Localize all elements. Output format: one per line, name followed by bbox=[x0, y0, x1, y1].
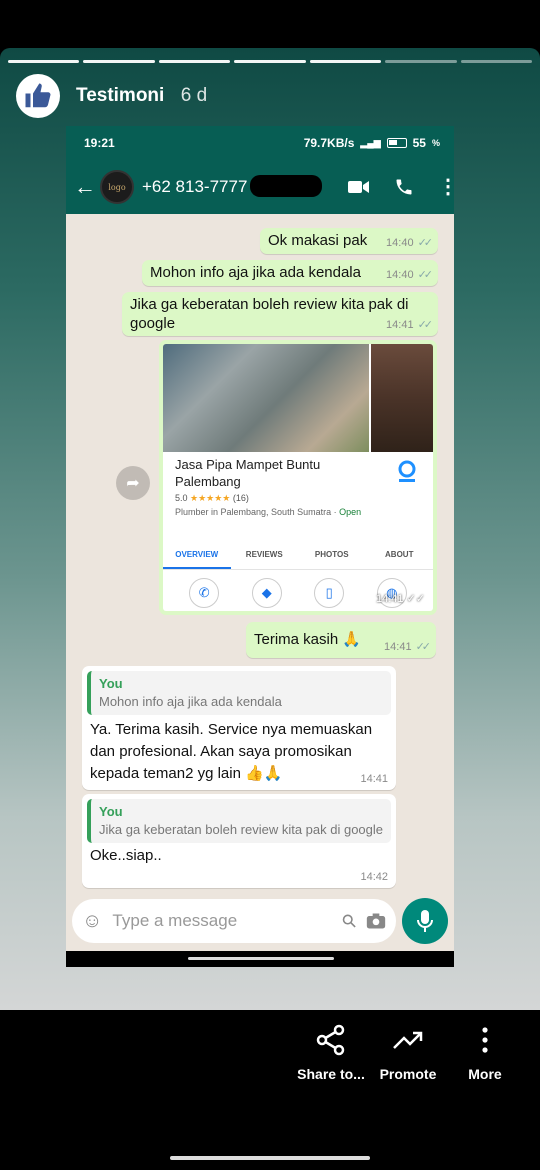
status-speed: 79.7KB/s bbox=[303, 136, 355, 150]
maps-link-card[interactable]: Jasa Pipa Mampet Buntu Palembang 5.0 ★★★… bbox=[159, 340, 437, 615]
card-tabs: OVERVIEW REVIEWS PHOTOS ABOUT bbox=[163, 540, 433, 570]
message-in[interactable]: You Jika ga keberatan boleh review kita … bbox=[82, 794, 396, 888]
camera-icon[interactable] bbox=[366, 912, 386, 930]
contact-avatar[interactable]: logo bbox=[100, 170, 134, 204]
story-progress bbox=[8, 60, 532, 63]
tab-reviews[interactable]: REVIEWS bbox=[231, 540, 299, 569]
chat-screenshot: 19:21 79.7KB/s ▂▄▆ 55% ← logo +62 813-77… bbox=[66, 126, 454, 967]
tab-photos[interactable]: PHOTOS bbox=[298, 540, 366, 569]
call-icon[interactable]: ✆ bbox=[189, 578, 220, 608]
more-button[interactable]: More bbox=[464, 1024, 506, 1082]
phone-status-bar: 19:21 79.7KB/s ▂▄▆ 55% bbox=[66, 126, 454, 160]
mic-icon bbox=[417, 910, 433, 932]
story-header: Testimoni 6 d bbox=[16, 74, 207, 118]
more-vert-icon bbox=[482, 1027, 488, 1053]
signal-icon: ▂▄▆ bbox=[360, 137, 381, 148]
business-rating: 5.0 ★★★★★ (16) bbox=[175, 493, 249, 503]
home-indicator[interactable] bbox=[170, 1156, 370, 1160]
forward-icon[interactable]: ➦ bbox=[116, 466, 150, 500]
story-age: 6 d bbox=[180, 85, 208, 106]
message-out[interactable]: Jika ga keberatan boleh review kita pak … bbox=[122, 292, 438, 336]
story-controls: Share to... Promote More bbox=[0, 1024, 540, 1114]
business-logo-icon bbox=[398, 460, 416, 482]
message-input[interactable]: ☺ Type a message ⚲ bbox=[72, 899, 396, 943]
phone-call-icon[interactable] bbox=[394, 177, 414, 197]
save-icon[interactable]: ▯ bbox=[314, 578, 345, 608]
trending-up-icon bbox=[393, 1031, 423, 1049]
quoted-message[interactable]: You Mohon info aja jika ada kendala bbox=[87, 671, 391, 715]
business-name: Jasa Pipa Mampet Buntu Palembang bbox=[175, 457, 321, 489]
more-vert-icon[interactable]: ⋮ bbox=[438, 177, 454, 197]
tab-overview[interactable]: OVERVIEW bbox=[163, 540, 231, 569]
chat-app-bar: ← logo +62 813-7777 ⋮ bbox=[66, 160, 454, 214]
share-icon bbox=[316, 1024, 345, 1056]
thumbs-up-icon[interactable] bbox=[16, 74, 60, 118]
status-time: 19:21 bbox=[84, 136, 115, 150]
emoji-icon[interactable]: ☺ bbox=[82, 910, 102, 933]
redaction-mark bbox=[250, 175, 322, 197]
message-composer: ☺ Type a message ⚲ bbox=[72, 898, 448, 944]
battery-level: 55 bbox=[412, 136, 426, 150]
story-title[interactable]: Testimoni bbox=[76, 85, 164, 106]
message-out[interactable]: Ok makasi pak 14:40 ✓✓ bbox=[260, 228, 438, 254]
message-time: 14:41 ✓✓ bbox=[375, 593, 425, 605]
video-call-icon[interactable] bbox=[348, 179, 370, 195]
battery-icon bbox=[386, 138, 407, 148]
message-out[interactable]: Terima kasih 🙏 14:41 ✓✓ bbox=[246, 622, 436, 658]
story-viewer[interactable]: Testimoni 6 d 19:21 79.7KB/s ▂▄▆ 55% ← l… bbox=[0, 48, 540, 1010]
quoted-message[interactable]: You Jika ga keberatan boleh review kita … bbox=[87, 799, 391, 843]
business-photo bbox=[371, 344, 433, 452]
chat-messages: Ok makasi pak 14:40 ✓✓ Mohon info aja jik… bbox=[66, 214, 454, 914]
message-out[interactable]: Mohon info aja jika ada kendala 14:40 ✓✓ bbox=[142, 260, 438, 286]
directions-icon[interactable]: ◆ bbox=[251, 578, 282, 608]
message-in[interactable]: You Mohon info aja jika ada kendala Ya. … bbox=[82, 666, 396, 790]
business-photo bbox=[163, 344, 369, 452]
mic-button[interactable] bbox=[402, 898, 448, 944]
chat-contact-name[interactable]: +62 813-7777 bbox=[142, 175, 322, 197]
promote-button[interactable]: Promote bbox=[378, 1024, 438, 1082]
business-category: Plumber in Palembang, South Sumatra · Op… bbox=[175, 507, 362, 517]
phone-nav-bar bbox=[66, 951, 454, 967]
share-button[interactable]: Share to... bbox=[297, 1024, 365, 1082]
back-arrow-icon[interactable]: ← bbox=[74, 174, 96, 200]
tab-about[interactable]: ABOUT bbox=[366, 540, 434, 569]
attach-icon[interactable]: ⚲ bbox=[337, 909, 361, 933]
